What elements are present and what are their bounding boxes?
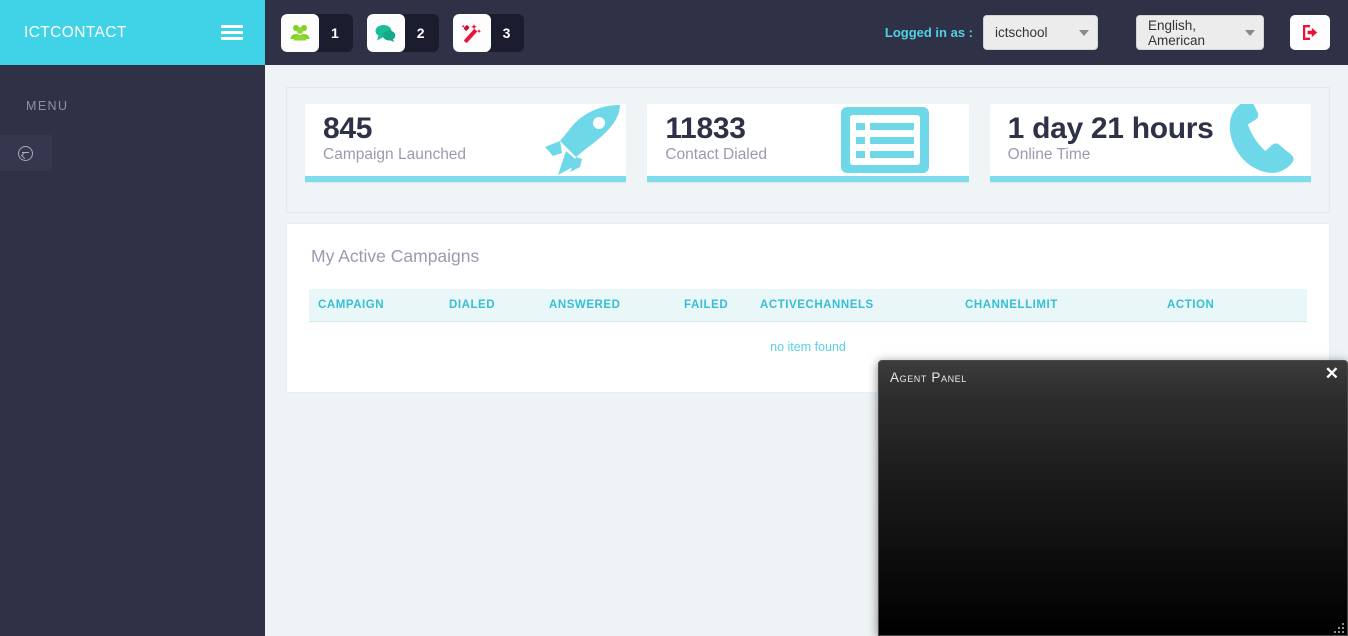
language-select[interactable]: English, American	[1136, 15, 1264, 50]
user-zone: Logged in as : ictschool English, Americ…	[885, 15, 1330, 50]
column-header-action[interactable]: ACTION	[1167, 289, 1307, 322]
badge-chat[interactable]: 2	[366, 13, 439, 52]
brand-title: ICTCONTACT	[24, 23, 127, 41]
stat-label: Contact Dialed	[665, 145, 767, 163]
column-header-failed[interactable]: FAILED	[684, 289, 760, 322]
badge-wand[interactable]: 3	[452, 13, 525, 52]
close-icon[interactable]: ✕	[1325, 365, 1339, 382]
magic-wand-icon	[452, 13, 491, 52]
stat-text: 1 day 21 hours Online Time	[990, 104, 1311, 164]
agent-panel[interactable]: Agent Panel ✕ Agent status. Not Ready Ac…	[878, 360, 1348, 636]
campaigns-table: CAMPAIGN DIALED ANSWERED FAILED ACTIVECH…	[309, 289, 1307, 358]
stat-card-contact-dialed: 11833 Contact Dialed	[647, 104, 969, 182]
sidebar-menu-label: MENU	[26, 99, 69, 113]
stat-card-campaign-launched: 845 Campaign Launched	[305, 104, 627, 182]
user-select[interactable]: ictschool	[983, 15, 1098, 50]
stat-label: Online Time	[1007, 145, 1091, 163]
column-header-activechannels[interactable]: ACTIVECHANNELS	[760, 289, 965, 322]
campaigns-title: My Active Campaigns	[311, 246, 480, 266]
stat-text: 11833 Contact Dialed	[647, 104, 968, 164]
sidebar-nav: MENU	[0, 65, 265, 171]
table-header-row: CAMPAIGN DIALED ANSWERED FAILED ACTIVECH…	[309, 289, 1307, 322]
campaigns-table-body: no item found	[309, 322, 1307, 359]
stat-label: Campaign Launched	[323, 145, 467, 163]
stats-panel: 845 Campaign Launched 11833 Contact Dial…	[286, 87, 1330, 213]
stat-value: 845	[323, 112, 373, 145]
circle-left-arrow-icon	[18, 145, 33, 161]
language-select-value: English, American	[1148, 17, 1206, 48]
column-header-channellimit[interactable]: CHANNELLIMIT	[965, 289, 1167, 322]
sidebar-item-collapse[interactable]	[0, 135, 52, 171]
empty-row: no item found	[309, 322, 1307, 359]
badge-chat-count: 2	[416, 24, 425, 41]
logout-button[interactable]	[1290, 15, 1330, 50]
brand-header: ICTCONTACT	[0, 0, 265, 65]
badge-users-count: 1	[331, 24, 339, 41]
stat-value: 1 day 21 hours	[1007, 112, 1214, 145]
badge-users[interactable]: 1	[281, 13, 353, 52]
resize-grip-icon[interactable]	[1332, 621, 1344, 633]
chevron-down-icon	[1245, 29, 1255, 36]
stat-card-online-time: 1 day 21 hours Online Time	[989, 104, 1311, 182]
column-header-answered[interactable]: ANSWERED	[549, 289, 684, 322]
column-header-dialed[interactable]: DIALED	[449, 289, 549, 322]
sign-out-icon	[1302, 25, 1317, 40]
users-group-icon	[281, 13, 319, 52]
hamburger-icon[interactable]	[221, 25, 243, 40]
logged-in-label: Logged in as :	[884, 25, 973, 40]
stat-text: 845 Campaign Launched	[305, 104, 626, 164]
agent-panel-title: Agent Panel	[890, 370, 967, 385]
user-select-value: ictschool	[995, 25, 1048, 40]
badge-group: 1 2 3	[281, 13, 525, 52]
sidebar: ICTCONTACT MENU	[0, 0, 265, 636]
chevron-down-icon	[1079, 29, 1089, 36]
badge-wand-count: 3	[502, 24, 511, 41]
empty-message: no item found	[770, 340, 846, 354]
stat-value: 11833	[665, 112, 746, 145]
campaigns-table-head: CAMPAIGN DIALED ANSWERED FAILED ACTIVECH…	[309, 289, 1307, 322]
topbar: 1 2 3 Logged in as: ictschool English, …	[265, 0, 1348, 65]
column-header-campaign[interactable]: CAMPAIGN	[309, 289, 449, 322]
chat-bubbles-icon	[366, 13, 405, 52]
